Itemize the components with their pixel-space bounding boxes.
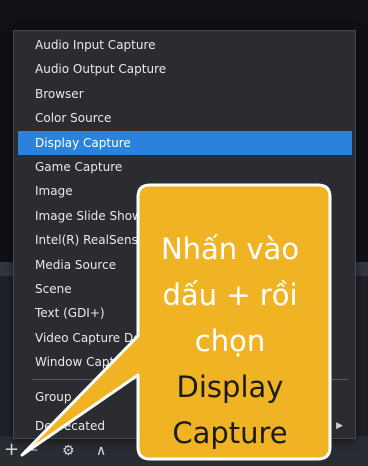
menu-item-display-capture[interactable]: Display Capture (18, 131, 352, 155)
remove-source-button[interactable]: — (24, 440, 38, 460)
menu-item-game-capture[interactable]: Game Capture (14, 155, 355, 179)
menu-item-deprecated-label: Deprecated (35, 419, 105, 433)
menu-item-browser[interactable]: Browser (14, 82, 355, 106)
callout-line-4: Display (176, 370, 284, 404)
callout-line-2: dấu + rồi (162, 278, 298, 312)
callout-line-5: Capture (172, 416, 288, 450)
menu-item-audio-input-capture[interactable]: Audio Input Capture (14, 33, 355, 57)
menu-item-color-source[interactable]: Color Source (14, 106, 355, 130)
move-up-button[interactable]: ∧ (96, 441, 106, 461)
submenu-arrow-icon: ▶ (336, 421, 343, 431)
callout-line-1: Nhấn vào (160, 232, 300, 266)
callout-line-3: chọn (194, 324, 266, 358)
menu-item-audio-output-capture[interactable]: Audio Output Capture (14, 57, 355, 81)
callout-text: Nhấn vào dấu + rồi chọn Display Capture (138, 190, 322, 452)
gear-icon[interactable]: ⚙ (62, 441, 75, 461)
add-source-button[interactable]: + (4, 440, 19, 460)
